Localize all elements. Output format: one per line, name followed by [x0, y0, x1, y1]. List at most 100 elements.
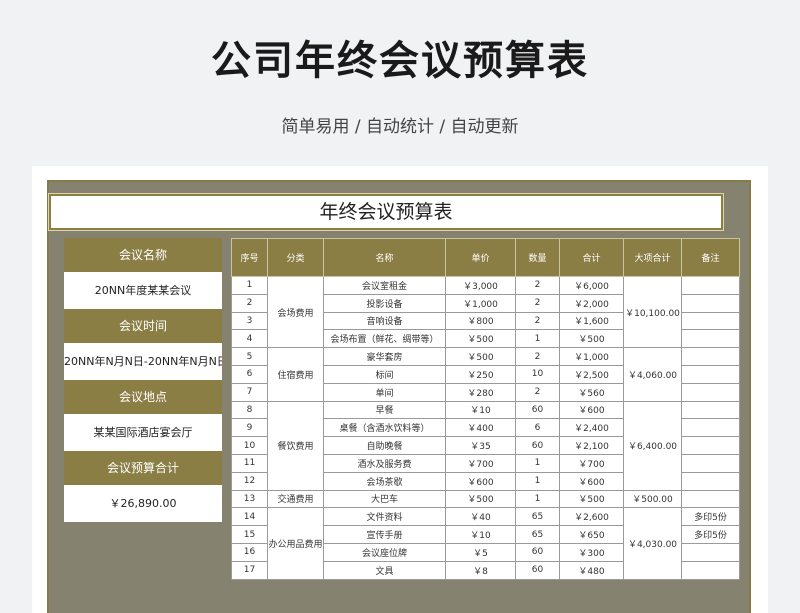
cell-total[interactable]: ￥650: [559, 525, 624, 544]
cell-total[interactable]: ￥2,000: [559, 293, 624, 313]
cell-note[interactable]: [681, 364, 740, 384]
cell-price[interactable]: ￥400: [445, 418, 516, 438]
cell-name[interactable]: 单间: [323, 382, 446, 402]
meeting-time-value[interactable]: 20NN年N月N日-20NN年N月N日: [64, 343, 222, 380]
cell-total[interactable]: ￥600: [559, 400, 624, 420]
cell-total[interactable]: ￥2,400: [559, 418, 624, 438]
cell-subtotal[interactable]: ￥10,100.00: [623, 275, 682, 349]
cell-no[interactable]: 7: [231, 382, 268, 402]
cell-subtotal[interactable]: ￥500.00: [623, 489, 682, 509]
cell-price[interactable]: ￥700: [445, 453, 516, 473]
cell-total[interactable]: ￥600: [559, 471, 624, 491]
cell-qty[interactable]: 1: [515, 471, 560, 491]
cell-name[interactable]: 会场茶歇: [323, 471, 446, 491]
cell-note[interactable]: [681, 276, 740, 295]
cell-qty[interactable]: 60: [515, 560, 560, 580]
cell-name[interactable]: 文件资料: [323, 507, 446, 527]
cell-note[interactable]: 多印5份: [681, 507, 740, 527]
cell-no[interactable]: 16: [231, 542, 268, 562]
cell-note[interactable]: [681, 311, 740, 331]
cell-price[interactable]: ￥10: [445, 525, 516, 544]
cell-total[interactable]: ￥2,500: [559, 364, 624, 384]
cell-note[interactable]: [681, 293, 740, 313]
cell-category[interactable]: 住宿费用: [267, 347, 324, 402]
cell-qty[interactable]: 6: [515, 418, 560, 438]
cell-name[interactable]: 标间: [323, 364, 446, 384]
cell-qty[interactable]: 65: [515, 507, 560, 527]
cell-price[interactable]: ￥500: [445, 329, 516, 349]
cell-total[interactable]: ￥500: [559, 489, 624, 509]
cell-total[interactable]: ￥500: [559, 329, 624, 349]
cell-qty[interactable]: 60: [515, 542, 560, 562]
cell-qty[interactable]: 1: [515, 453, 560, 473]
cell-qty[interactable]: 60: [515, 436, 560, 455]
cell-qty[interactable]: 2: [515, 347, 560, 366]
cell-qty[interactable]: 2: [515, 276, 560, 295]
cell-no[interactable]: 17: [231, 560, 268, 580]
cell-category[interactable]: 办公用品费用: [267, 507, 324, 580]
cell-no[interactable]: 14: [231, 507, 268, 527]
cell-price[interactable]: ￥5: [445, 542, 516, 562]
cell-note[interactable]: [681, 382, 740, 402]
cell-note[interactable]: [681, 560, 740, 580]
cell-note[interactable]: [681, 347, 740, 366]
cell-subtotal[interactable]: ￥4,030.00: [623, 507, 682, 580]
cell-no[interactable]: 4: [231, 329, 268, 349]
cell-no[interactable]: 3: [231, 311, 268, 331]
cell-price[interactable]: ￥3,000: [445, 276, 516, 295]
cell-qty[interactable]: 2: [515, 382, 560, 402]
cell-no[interactable]: 5: [231, 347, 268, 366]
cell-note[interactable]: [681, 453, 740, 473]
cell-note[interactable]: [681, 542, 740, 562]
cell-qty[interactable]: 2: [515, 311, 560, 331]
cell-total[interactable]: ￥700: [559, 453, 624, 473]
cell-no[interactable]: 10: [231, 436, 268, 455]
cell-no[interactable]: 12: [231, 471, 268, 491]
cell-price[interactable]: ￥500: [445, 347, 516, 366]
cell-qty[interactable]: 10: [515, 364, 560, 384]
cell-no[interactable]: 13: [231, 489, 268, 509]
cell-price[interactable]: ￥250: [445, 364, 516, 384]
cell-price[interactable]: ￥8: [445, 560, 516, 580]
cell-category[interactable]: 餐饮费用: [267, 400, 324, 491]
cell-category[interactable]: 交通费用: [267, 489, 324, 509]
cell-note[interactable]: [681, 436, 740, 455]
cell-note[interactable]: [681, 471, 740, 491]
cell-name[interactable]: 会场布置（鲜花、绸带等）: [323, 329, 446, 349]
cell-no[interactable]: 11: [231, 453, 268, 473]
cell-qty[interactable]: 1: [515, 489, 560, 509]
cell-note[interactable]: [681, 400, 740, 420]
cell-total[interactable]: ￥300: [559, 542, 624, 562]
cell-no[interactable]: 6: [231, 364, 268, 384]
cell-price[interactable]: ￥35: [445, 436, 516, 455]
cell-category[interactable]: 会场费用: [267, 275, 324, 349]
cell-price[interactable]: ￥40: [445, 507, 516, 527]
cell-name[interactable]: 文具: [323, 560, 446, 580]
cell-no[interactable]: 15: [231, 525, 268, 544]
cell-qty[interactable]: 2: [515, 293, 560, 313]
cell-price[interactable]: ￥800: [445, 311, 516, 331]
cell-name[interactable]: 酒水及服务费: [323, 453, 446, 473]
cell-name[interactable]: 早餐: [323, 400, 446, 420]
cell-name[interactable]: 宣传手册: [323, 525, 446, 544]
cell-qty[interactable]: 60: [515, 400, 560, 420]
cell-price[interactable]: ￥500: [445, 489, 516, 509]
cell-total[interactable]: ￥6,000: [559, 276, 624, 295]
cell-no[interactable]: 9: [231, 418, 268, 438]
meeting-location-value[interactable]: 某某国际酒店宴会厅: [64, 414, 222, 451]
cell-note[interactable]: [681, 329, 740, 349]
cell-price[interactable]: ￥280: [445, 382, 516, 402]
cell-total[interactable]: ￥480: [559, 560, 624, 580]
cell-name[interactable]: 投影设备: [323, 293, 446, 313]
cell-subtotal[interactable]: ￥6,400.00: [623, 400, 682, 491]
cell-name[interactable]: 音响设备: [323, 311, 446, 331]
cell-total[interactable]: ￥1,600: [559, 311, 624, 331]
cell-total[interactable]: ￥1,000: [559, 347, 624, 366]
cell-note[interactable]: 多印5份: [681, 525, 740, 544]
budget-total-value[interactable]: ￥26,890.00: [64, 485, 222, 522]
cell-total[interactable]: ￥2,100: [559, 436, 624, 455]
cell-name[interactable]: 豪华套房: [323, 347, 446, 366]
cell-subtotal[interactable]: ￥4,060.00: [623, 347, 682, 402]
cell-total[interactable]: ￥560: [559, 382, 624, 402]
cell-qty[interactable]: 1: [515, 329, 560, 349]
